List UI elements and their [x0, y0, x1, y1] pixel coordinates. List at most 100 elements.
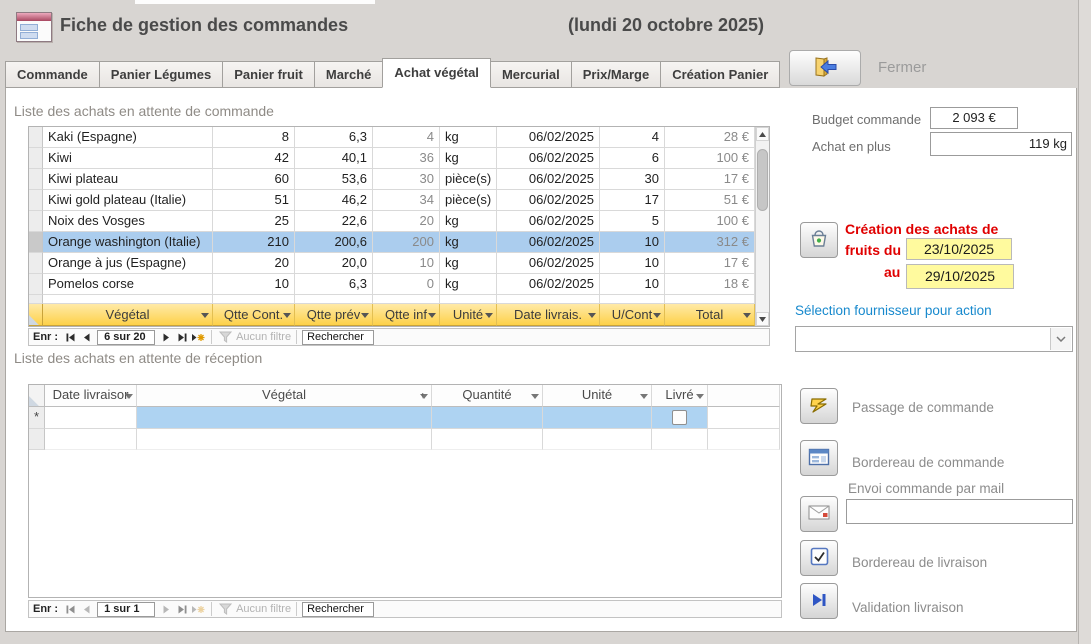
next-record-button[interactable] [158, 602, 174, 616]
date-to-field[interactable]: 29/10/2025 [906, 264, 1014, 289]
tab-creation-panier[interactable]: Création Panier [660, 61, 780, 88]
send-mail-button[interactable] [800, 496, 838, 532]
table-row[interactable]: Kiwi4240,136kg06/02/20256100 € [29, 148, 769, 169]
table-vertical-scrollbar[interactable] [755, 127, 769, 326]
table-cell[interactable]: pièce(s) [440, 190, 497, 211]
table-cell[interactable]: 22,6 [295, 211, 373, 232]
table-cell[interactable]: 30 [373, 169, 440, 190]
table-cell[interactable]: Kiwi gold plateau (Italie) [43, 190, 213, 211]
column-header[interactable]: U/Cont [600, 304, 665, 326]
row-selector[interactable] [29, 274, 43, 295]
orders-table[interactable]: Kaki (Espagne)86,34kg06/02/2025428 €Kiwi… [28, 126, 770, 327]
search-box[interactable]: Rechercher [302, 330, 374, 345]
table-cell[interactable]: 200 [373, 232, 440, 253]
table-cell[interactable]: 25 [213, 211, 295, 232]
table-cell[interactable]: 51 [213, 190, 295, 211]
tab-prix-marge[interactable]: Prix/Marge [571, 61, 661, 88]
table-cell[interactable]: 20 [373, 211, 440, 232]
scroll-down-button[interactable] [756, 312, 769, 326]
table-cell[interactable] [137, 407, 432, 429]
column-header[interactable]: Végétal [43, 304, 213, 326]
create-purchases-button[interactable] [800, 222, 838, 258]
table-cell[interactable]: kg [440, 253, 497, 274]
row-selector[interactable] [29, 211, 43, 232]
table-cell[interactable]: 28 € [665, 127, 755, 148]
row-selector[interactable] [29, 253, 43, 274]
table-cell[interactable]: kg [440, 274, 497, 295]
table-cell[interactable]: 06/02/2025 [497, 232, 600, 253]
table-cell[interactable] [652, 407, 708, 429]
table-cell[interactable] [45, 407, 137, 429]
column-header[interactable]: Date livraisor [45, 385, 137, 407]
column-header[interactable]: Livré [652, 385, 708, 407]
table-cell[interactable]: 06/02/2025 [497, 211, 600, 232]
table-cell[interactable]: Kaki (Espagne) [43, 127, 213, 148]
table-cell[interactable]: 10 [373, 253, 440, 274]
previous-record-button[interactable] [78, 330, 94, 344]
row-selector[interactable] [29, 148, 43, 169]
tab-panier-legumes[interactable]: Panier Légumes [99, 61, 223, 88]
table-cell[interactable]: 4 [600, 127, 665, 148]
table-cell[interactable]: 0 [373, 274, 440, 295]
table-cell[interactable]: kg [440, 211, 497, 232]
search-box[interactable]: Rechercher [302, 602, 374, 617]
table-cell[interactable]: 312 € [665, 232, 755, 253]
table-cell[interactable]: 5 [600, 211, 665, 232]
first-record-button[interactable] [62, 330, 78, 344]
tab-mercurial[interactable]: Mercurial [490, 61, 572, 88]
select-all-corner[interactable] [29, 385, 45, 407]
column-header[interactable]: Unité [440, 304, 497, 326]
table-cell[interactable]: 100 € [665, 211, 755, 232]
table-cell[interactable]: 34 [373, 190, 440, 211]
table-cell[interactable]: 10 [600, 232, 665, 253]
column-header[interactable]: Unité [543, 385, 652, 407]
column-header[interactable]: Qtte Cont. [213, 304, 295, 326]
extra-purchase-field[interactable]: 119 kg [930, 132, 1072, 156]
table-cell[interactable]: 17 € [665, 169, 755, 190]
table-cell[interactable]: Orange à jus (Espagne) [43, 253, 213, 274]
table-row[interactable]: Noix des Vosges2522,620kg06/02/20255100 … [29, 211, 769, 232]
table-cell[interactable]: 06/02/2025 [497, 127, 600, 148]
last-record-button[interactable] [174, 330, 190, 344]
table-cell[interactable]: 20,0 [295, 253, 373, 274]
column-header[interactable]: Végétal [137, 385, 432, 407]
place-order-button[interactable] [800, 388, 838, 424]
supplier-combobox[interactable] [795, 326, 1073, 352]
row-selector[interactable] [29, 169, 43, 190]
table-cell[interactable]: 06/02/2025 [497, 190, 600, 211]
table-cell[interactable]: 53,6 [295, 169, 373, 190]
table-cell[interactable]: Kiwi [43, 148, 213, 169]
row-selector[interactable] [29, 190, 43, 211]
column-header[interactable]: Quantité [432, 385, 543, 407]
table-cell[interactable]: 06/02/2025 [497, 253, 600, 274]
table-cell[interactable]: kg [440, 127, 497, 148]
date-from-field[interactable]: 23/10/2025 [906, 238, 1012, 260]
mail-input[interactable] [846, 499, 1073, 524]
table-cell[interactable]: 10 [213, 274, 295, 295]
record-position[interactable]: 6 sur 20 [97, 330, 155, 345]
scroll-up-button[interactable] [756, 127, 769, 141]
order-slip-button[interactable] [800, 440, 838, 476]
table-cell[interactable]: kg [440, 232, 497, 253]
next-record-button[interactable] [158, 330, 174, 344]
row-selector[interactable] [29, 232, 43, 253]
last-record-button[interactable] [174, 602, 190, 616]
table-row[interactable]: Kiwi plateau6053,630pièce(s)06/02/202530… [29, 169, 769, 190]
table-row[interactable]: Kiwi gold plateau (Italie)5146,234pièce(… [29, 190, 769, 211]
table-cell[interactable]: pièce(s) [440, 169, 497, 190]
record-position[interactable]: 1 sur 1 [97, 602, 155, 617]
table-cell[interactable]: 60 [213, 169, 295, 190]
delivery-slip-button[interactable] [800, 540, 838, 576]
table-cell[interactable]: 46,2 [295, 190, 373, 211]
column-header[interactable]: Qtte prév [295, 304, 373, 326]
table-cell[interactable]: Kiwi plateau [43, 169, 213, 190]
table-cell[interactable]: 51 € [665, 190, 755, 211]
table-cell[interactable]: 06/02/2025 [497, 274, 600, 295]
table-cell[interactable]: 30 [600, 169, 665, 190]
table-cell[interactable]: 17 [600, 190, 665, 211]
table-cell[interactable]: 6,3 [295, 127, 373, 148]
reception-table[interactable]: Date livraisorVégétalQuantitéUnitéLivré* [28, 384, 782, 598]
chevron-down-icon[interactable] [1050, 328, 1071, 350]
table-cell[interactable]: 18 € [665, 274, 755, 295]
table-cell[interactable]: kg [440, 148, 497, 169]
